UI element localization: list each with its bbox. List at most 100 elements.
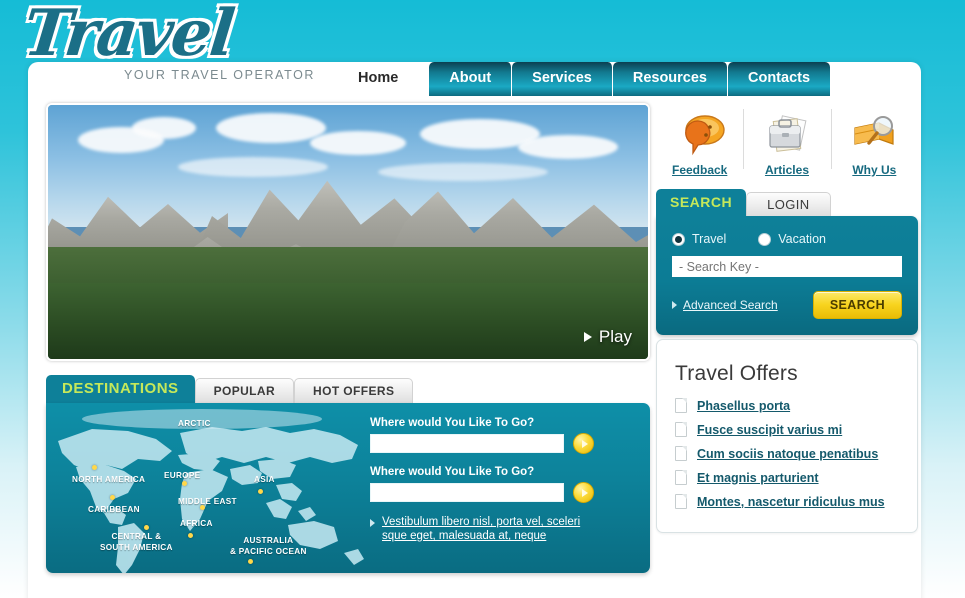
search-type-radiogroup: Travel Vacation (672, 232, 902, 246)
travel-offers-title: Travel Offers (675, 362, 798, 385)
destinations-footer-link[interactable]: Vestibulum libero nisl, porta vel, scele… (382, 515, 596, 543)
map-marker (248, 559, 253, 564)
main-navigation: Home About Services Resources Contacts (328, 62, 831, 96)
offer-item[interactable]: Montes, nascetur ridiculus mus (675, 494, 899, 509)
quicklink-label-articles: Articles (764, 163, 809, 177)
offer-item[interactable]: Phasellus porta (675, 398, 899, 413)
map-label-australia-pacific: AUSTRALIA & PACIFIC OCEAN (230, 536, 307, 556)
hero-forest-foreground (48, 282, 648, 359)
destinations-form: Where would You Like To Go? Where would … (370, 417, 638, 543)
hero-play-button[interactable]: Play (583, 327, 632, 347)
map-marker (92, 465, 97, 470)
offer-link[interactable]: Cum sociis natoque penatibus (697, 447, 878, 461)
advanced-search-link[interactable]: Advanced Search (672, 298, 778, 312)
search-actions-row: Advanced Search SEARCH (672, 291, 902, 319)
tab-popular[interactable]: POPULAR (194, 378, 295, 403)
nav-item-about[interactable]: About (429, 62, 513, 96)
map-label-caribbean: CARIBBEAN (88, 505, 140, 514)
destination-label-2: Where would You Like To Go? (370, 466, 535, 478)
destinations-footer-link-row: Vestibulum libero nisl, porta vel, scele… (370, 515, 638, 543)
speech-bubble-icon (656, 105, 743, 161)
search-panel: SEARCH LOGIN Travel Vacation - Search Ke… (656, 189, 918, 335)
offer-item[interactable]: Cum sociis natoque penatibus (675, 446, 899, 461)
quicklinks-row: Feedback Articles Why Us (656, 103, 918, 185)
document-icon (675, 470, 687, 485)
documents-briefcase-icon (743, 105, 830, 161)
tab-login[interactable]: LOGIN (746, 192, 831, 216)
destination-go-button-1[interactable] (573, 433, 594, 454)
cloud-shape (216, 113, 326, 143)
cloud-shape (378, 163, 548, 181)
cloud-shape (132, 117, 196, 139)
search-button[interactable]: SEARCH (812, 291, 902, 319)
destinations-tablist: DESTINATIONS POPULAR HOT OFFERS (46, 375, 650, 403)
world-map[interactable]: ARCTIC NORTH AMERICA EUROPE ASIA MIDDLE … (52, 407, 372, 573)
nav-item-services[interactable]: Services (512, 62, 613, 96)
map-label-north-america: NORTH AMERICA (72, 475, 146, 484)
destination-field-row-2 (370, 482, 638, 503)
map-marker (182, 481, 187, 486)
map-label-asia: ASIA (254, 475, 275, 484)
radio-vacation[interactable]: Vacation (758, 232, 826, 246)
map-marker (144, 525, 149, 530)
quicklink-feedback[interactable]: Feedback (656, 103, 743, 185)
quicklink-label-why-us: Why Us (852, 163, 897, 177)
cloud-shape (310, 131, 406, 155)
hero-banner[interactable]: Play (46, 103, 650, 361)
map-marker (188, 533, 193, 538)
map-marker (200, 505, 205, 510)
tab-search[interactable]: SEARCH (656, 189, 747, 216)
radio-travel[interactable]: Travel (672, 232, 726, 246)
cloud-shape (178, 157, 328, 177)
map-marker (258, 489, 263, 494)
quicklink-why-us[interactable]: Why Us (830, 103, 918, 185)
caret-right-icon (672, 301, 677, 309)
cloud-shape (518, 135, 618, 159)
map-label-central-south-america: CENTRAL & SOUTH AMERICA (100, 532, 173, 552)
left-column: Play DESTINATIONS POPULAR HOT OFFERS ARC… (46, 103, 650, 573)
document-icon (675, 494, 687, 509)
destination-input-2[interactable] (370, 483, 564, 502)
nav-item-resources[interactable]: Resources (612, 62, 728, 96)
map-label-middle-east: MIDDLE EAST (178, 497, 237, 506)
offer-link[interactable]: Et magnis parturient (697, 471, 819, 485)
destinations-panel: DESTINATIONS POPULAR HOT OFFERS ARCTIC N… (46, 375, 650, 573)
offer-link[interactable]: Montes, nascetur ridiculus mus (697, 495, 885, 509)
destination-input-1[interactable] (370, 434, 564, 453)
document-icon (675, 398, 687, 413)
destination-label-1: Where would You Like To Go? (370, 417, 535, 429)
right-column: Feedback Articles Why Us SEARCH LOGIN Tr… (656, 103, 918, 533)
travel-offers-panel: Travel Offers Phasellus porta Fusce susc… (656, 339, 918, 533)
nav-item-contacts[interactable]: Contacts (728, 62, 831, 96)
nav-item-home[interactable]: Home (328, 62, 430, 96)
offer-link[interactable]: Fusce suscipit varius mi (697, 423, 842, 437)
caret-right-icon (370, 519, 375, 527)
map-label-africa: AFRICA (180, 519, 213, 528)
book-magnifier-icon (831, 105, 918, 161)
destination-go-button-2[interactable] (573, 482, 594, 503)
quicklink-label-feedback: Feedback (671, 163, 728, 177)
page-content-shell: Play DESTINATIONS POPULAR HOT OFFERS ARC… (28, 62, 921, 598)
radio-dot-travel-icon (672, 232, 685, 246)
advanced-search-label: Advanced Search (683, 298, 778, 312)
map-label-arctic: ARCTIC (178, 419, 211, 428)
offer-item[interactable]: Fusce suscipit varius mi (675, 422, 899, 437)
search-input[interactable] (672, 256, 902, 277)
search-tablist: SEARCH LOGIN (656, 189, 918, 216)
tab-destinations[interactable]: DESTINATIONS (46, 375, 195, 403)
document-icon (675, 446, 687, 461)
tab-hot-offers[interactable]: HOT OFFERS (294, 378, 414, 403)
document-icon (675, 422, 687, 437)
radio-dot-vacation-icon (758, 232, 772, 246)
offer-item[interactable]: Et magnis parturient (675, 470, 899, 485)
quicklink-articles[interactable]: Articles (743, 103, 830, 185)
offer-link[interactable]: Phasellus porta (697, 399, 790, 413)
map-label-europe: EUROPE (164, 471, 201, 480)
hero-play-label: Play (598, 327, 632, 346)
destinations-body: ARCTIC NORTH AMERICA EUROPE ASIA MIDDLE … (46, 403, 650, 573)
site-logo[interactable]: Travel YOUR TRAVEL OPERATOR (18, 0, 338, 82)
search-panel-body: Travel Vacation Advanced Search SEARCH (656, 216, 918, 335)
radio-label-vacation: Vacation (778, 232, 826, 246)
play-triangle-icon (583, 332, 592, 342)
map-marker (110, 495, 115, 500)
